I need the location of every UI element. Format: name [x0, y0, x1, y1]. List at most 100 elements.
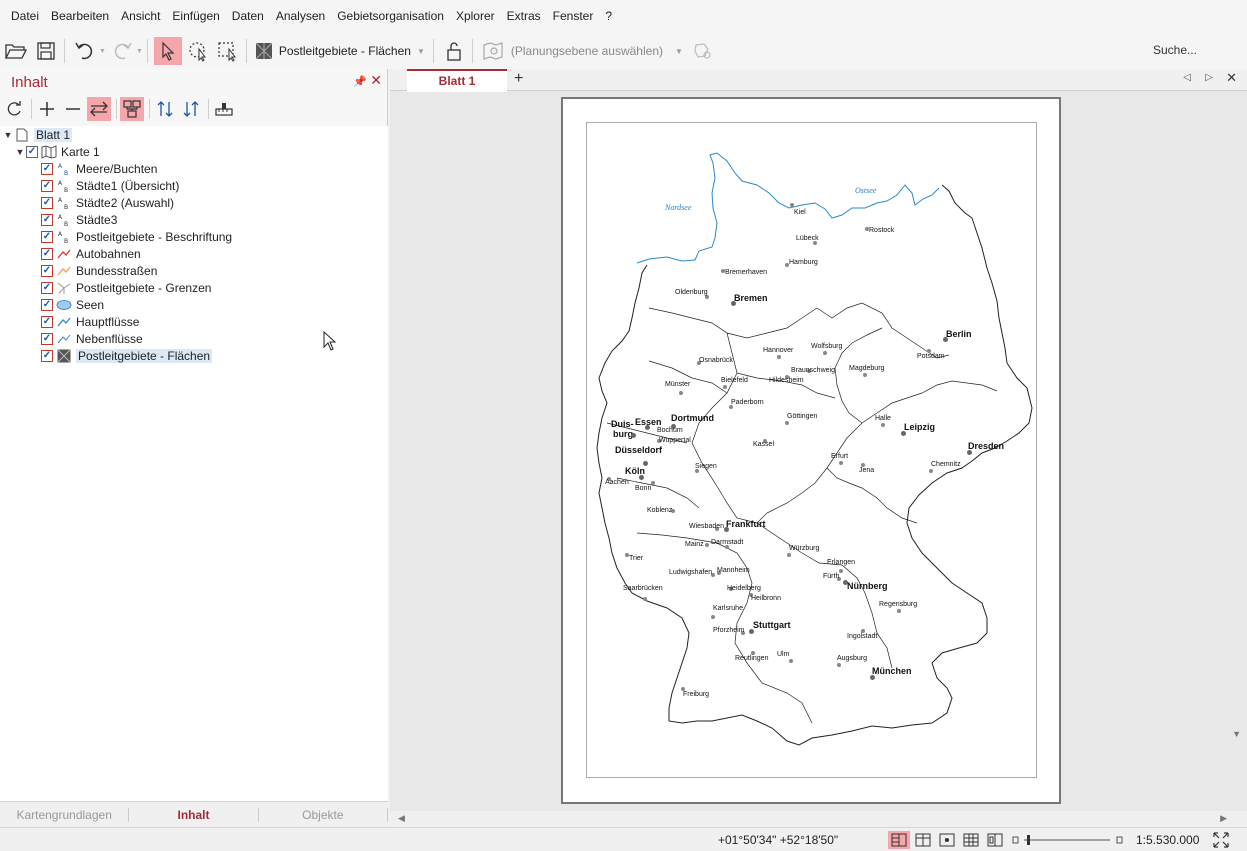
planning-settings-button[interactable]: [689, 37, 717, 65]
layer-item[interactable]: AB Meere/Buchten: [0, 160, 388, 177]
layer-label: Seen: [76, 297, 105, 312]
checkbox[interactable]: [41, 230, 53, 243]
checkbox[interactable]: [41, 179, 53, 192]
menu-fenster[interactable]: Fenster: [547, 0, 600, 33]
select-tool-button[interactable]: [153, 37, 182, 65]
tab-objekte[interactable]: Objekte: [259, 807, 388, 822]
menu-help[interactable]: ?: [599, 0, 618, 33]
scroll-left-icon[interactable]: ◀: [398, 813, 405, 824]
menu-ansicht[interactable]: Ansicht: [115, 0, 166, 33]
minus-icon: [66, 108, 80, 110]
undo-button[interactable]: [71, 37, 99, 65]
tree-item-map[interactable]: ▼ Karte 1: [0, 143, 388, 160]
chevron-down-icon[interactable]: ▼: [14, 147, 26, 157]
move-up-button[interactable]: [153, 97, 177, 121]
document-tabbar: Blatt 1 + ◁ ▷ ✕: [390, 69, 1247, 92]
city-label: Kiel: [794, 209, 806, 216]
fit-to-window-icon[interactable]: [1212, 831, 1230, 849]
city-label: Bonn: [635, 485, 652, 492]
layer-label: Autobahnen: [76, 246, 141, 261]
menu-datei[interactable]: Datei: [5, 0, 45, 33]
scroll-down-icon[interactable]: ▼: [1232, 729, 1241, 739]
view-map-button[interactable]: [936, 831, 958, 849]
checkbox[interactable]: [41, 332, 53, 345]
search-field[interactable]: Suche...: [1153, 43, 1197, 57]
horizontal-scrollbar[interactable]: ◀ ▶: [390, 811, 1247, 827]
tab-inhalt[interactable]: Inhalt: [129, 807, 259, 822]
svg-text:B: B: [64, 238, 68, 244]
checkbox[interactable]: [41, 247, 53, 260]
collapse-all-button[interactable]: [61, 97, 85, 121]
sort-up-down-icon: [157, 101, 173, 117]
tab-blatt-1[interactable]: Blatt 1: [407, 69, 507, 92]
open-button[interactable]: [2, 37, 30, 65]
panel-close-icon[interactable]: ✕: [370, 72, 382, 89]
active-layer-combo[interactable]: Postleitgebiete - Flächen ▼: [251, 39, 429, 63]
city-label: Regensburg: [879, 601, 918, 608]
pin-icon[interactable]: 📌: [353, 75, 367, 88]
redo-dropdown-icon[interactable]: ▼: [136, 48, 143, 55]
toolbar-separator: [64, 39, 65, 63]
menu-einfuegen[interactable]: Einfügen: [166, 0, 225, 33]
lasso-select-button[interactable]: [184, 37, 212, 65]
tab-kartengrundlagen[interactable]: Kartengrundlagen: [0, 807, 130, 822]
save-icon: [37, 42, 55, 60]
save-button[interactable]: [32, 37, 60, 65]
expand-all-button[interactable]: [35, 97, 59, 121]
menu-analysen[interactable]: Analysen: [270, 0, 331, 33]
view-compare-button[interactable]: [984, 831, 1006, 849]
group-layers-button[interactable]: [120, 97, 144, 121]
layer-item[interactable]: Postleitgebiete - Grenzen: [0, 279, 388, 296]
city-label: Pforzheim: [713, 627, 745, 634]
undo-dropdown-icon[interactable]: ▼: [99, 48, 106, 55]
lock-button[interactable]: [440, 37, 468, 65]
city-dot: [777, 355, 781, 359]
move-down-button[interactable]: [179, 97, 203, 121]
checkbox[interactable]: [26, 145, 38, 158]
redo-button[interactable]: [108, 37, 136, 65]
tab-next-icon[interactable]: ▷: [1205, 72, 1213, 83]
layer-item[interactable]: Bundesstraßen: [0, 262, 388, 279]
tab-prev-icon[interactable]: ◁: [1183, 72, 1191, 83]
menu-daten[interactable]: Daten: [226, 0, 270, 33]
view-grid-button[interactable]: [960, 831, 982, 849]
scale-readout[interactable]: 1:5.530.000: [1136, 833, 1199, 847]
checkbox[interactable]: [41, 298, 53, 311]
map-frame[interactable]: Nordsee Ostsee Bremen Berlin Essen Dortm…: [586, 122, 1037, 778]
checkbox[interactable]: [41, 213, 53, 226]
layer-item[interactable]: AB Städte2 (Auswahl): [0, 194, 388, 211]
layer-item[interactable]: Seen: [0, 296, 388, 313]
layer-item[interactable]: AB Städte3: [0, 211, 388, 228]
menu-xplorer[interactable]: Xplorer: [450, 0, 501, 33]
checkbox[interactable]: [41, 196, 53, 209]
checkbox[interactable]: [41, 281, 53, 294]
add-sheet-icon[interactable]: +: [514, 69, 523, 89]
svg-text:B: B: [64, 187, 68, 193]
view-table-button[interactable]: [912, 831, 934, 849]
planning-level-combo[interactable]: (Planungsebene auswählen) ▼: [507, 39, 687, 63]
view-split-button[interactable]: [888, 831, 910, 849]
layer-item[interactable]: AB Städte1 (Übersicht): [0, 177, 388, 194]
menu-bearbeiten[interactable]: Bearbeiten: [45, 0, 115, 33]
layer-item[interactable]: AB Postleitgebiete - Beschriftung: [0, 228, 388, 245]
tree-item-sheet[interactable]: ▼ Blatt 1: [0, 126, 388, 143]
menu-extras[interactable]: Extras: [501, 0, 547, 33]
plus-icon: [40, 102, 54, 116]
checkbox[interactable]: [41, 264, 53, 277]
close-icon[interactable]: ✕: [1226, 70, 1237, 86]
checkbox[interactable]: [41, 349, 53, 362]
link-layers-button[interactable]: [87, 97, 111, 121]
checkbox[interactable]: [41, 162, 53, 175]
map-view-button[interactable]: [479, 37, 507, 65]
menu-gebietsorganisation[interactable]: Gebietsorganisation: [331, 0, 450, 33]
city-label: burg: [613, 429, 633, 439]
legend-button[interactable]: [212, 97, 236, 121]
rect-select-button[interactable]: [214, 37, 242, 65]
refresh-button[interactable]: [2, 97, 26, 121]
chevron-down-icon[interactable]: ▼: [2, 130, 14, 140]
zoom-slider[interactable]: [1012, 834, 1124, 846]
scroll-right-icon[interactable]: ▶: [1220, 813, 1227, 824]
layer-item[interactable]: Hauptflüsse: [0, 313, 388, 330]
layer-item[interactable]: Autobahnen: [0, 245, 388, 262]
checkbox[interactable]: [41, 315, 53, 328]
